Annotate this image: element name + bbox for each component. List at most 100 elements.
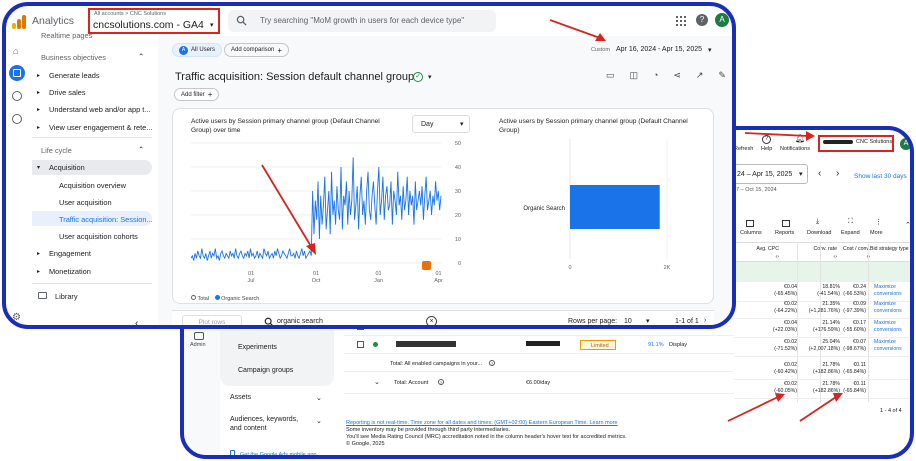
chevron-down-icon[interactable]: ⌄ bbox=[316, 394, 322, 402]
account-selector[interactable]: CNC Solutions bbox=[818, 135, 894, 152]
table-search-input[interactable]: organic search bbox=[277, 318, 323, 325]
granularity-select[interactable]: Day ▾ bbox=[412, 115, 470, 133]
expand-arrow-icon[interactable]: ▸ bbox=[37, 72, 40, 79]
clear-search-icon[interactable]: × bbox=[426, 316, 437, 325]
next-period-icon[interactable]: › bbox=[836, 168, 839, 179]
chevron-up-icon[interactable]: ⌃ bbox=[138, 145, 144, 154]
collapse-arrow-icon[interactable]: ▾ bbox=[37, 164, 40, 171]
expand-button[interactable]: Expand bbox=[841, 230, 860, 236]
anomaly-icon[interactable] bbox=[422, 261, 431, 270]
help-icon[interactable]: ? bbox=[762, 135, 771, 144]
all-users-chip[interactable]: A All Users bbox=[172, 43, 223, 57]
expand-arrow-icon[interactable]: ▸ bbox=[37, 124, 40, 131]
nav-monetization[interactable]: Monetization bbox=[49, 267, 91, 276]
insights-icon[interactable]: ◔ bbox=[653, 70, 658, 82]
bid-strategy-link[interactable]: Maximize bbox=[874, 284, 896, 290]
mobile-app-link[interactable]: Get the Google Ads mobile app bbox=[240, 452, 316, 455]
gear-icon[interactable]: ⚙ bbox=[12, 312, 21, 323]
advertising-icon[interactable] bbox=[12, 114, 22, 124]
prev-period-icon[interactable]: ‹ bbox=[818, 168, 821, 179]
menu-experiments[interactable]: Experiments bbox=[238, 344, 277, 351]
help-label[interactable]: Help bbox=[761, 146, 772, 152]
section-life-cycle[interactable]: Life cycle bbox=[41, 146, 72, 155]
search-bar[interactable]: Try searching "MoM growth in users for e… bbox=[228, 10, 496, 32]
bid-strategy-link[interactable]: Maximize bbox=[874, 339, 896, 345]
check-circle-icon[interactable]: ✓ bbox=[413, 72, 423, 82]
home-icon[interactable]: ⌂ bbox=[13, 46, 18, 56]
trend-icon[interactable]: ↗ bbox=[696, 70, 704, 82]
chevron-down-icon[interactable]: ⌄ bbox=[316, 417, 322, 425]
avatar[interactable]: A bbox=[900, 138, 910, 150]
dropdown-arrow-icon[interactable]: ▾ bbox=[708, 46, 712, 54]
show-last-30-link[interactable]: Show last 30 days bbox=[854, 173, 907, 180]
nav-item-cut[interactable]: Realtime pages bbox=[41, 31, 92, 40]
sort-icon[interactable]: ‹› bbox=[776, 254, 779, 260]
header-cost-conv[interactable]: Cost / conv. bbox=[843, 246, 870, 252]
next-page-icon[interactable]: › bbox=[704, 317, 706, 324]
expand-arrow-icon[interactable]: ▸ bbox=[37, 268, 40, 275]
table-row[interactable]: Limited 91.1% Display bbox=[344, 336, 734, 354]
row-percent[interactable]: 91.1% bbox=[648, 342, 664, 348]
more-button[interactable]: More bbox=[870, 230, 883, 236]
bid-strategy-link[interactable]: conversions bbox=[874, 346, 902, 352]
dropdown-arrow-icon[interactable]: ▾ bbox=[428, 73, 432, 81]
columns-button[interactable]: Columns bbox=[740, 230, 762, 236]
property-selector[interactable]: All accounts > CNC Solutions cncsolution… bbox=[88, 8, 220, 34]
nav-acquisition-overview[interactable]: Acquisition overview bbox=[59, 181, 126, 190]
download-icon[interactable]: ⤓ bbox=[816, 218, 819, 226]
menu-assets[interactable]: Assets bbox=[230, 394, 251, 401]
customize-report-icon[interactable]: ◫ bbox=[629, 70, 638, 82]
admin-icon[interactable] bbox=[194, 332, 204, 340]
avatar[interactable]: A bbox=[715, 13, 729, 27]
pencil-icon[interactable]: ✎ bbox=[718, 70, 726, 82]
bid-strategy-link[interactable]: Maximize bbox=[874, 320, 896, 326]
nav-acquisition[interactable]: Acquisition bbox=[49, 163, 85, 172]
date-range-picker[interactable]: 24 – Apr 15, 2025 ▾ bbox=[732, 164, 808, 184]
reports-button[interactable]: Reports bbox=[775, 230, 794, 236]
expand-arrow-icon[interactable]: ▸ bbox=[37, 89, 40, 96]
menu-campaign-groups[interactable]: Campaign groups bbox=[238, 367, 293, 374]
sort-icon[interactable]: ‹› bbox=[834, 254, 837, 260]
nav-user-acquisition[interactable]: User acquisition bbox=[59, 198, 112, 207]
help-icon[interactable]: ? bbox=[696, 14, 708, 26]
help-icon[interactable]: ? bbox=[438, 379, 444, 385]
header-bid-strategy[interactable]: Bid strategy type bbox=[870, 246, 909, 252]
collapse-icon[interactable]: ⌃ bbox=[905, 221, 910, 229]
collapse-nav-icon[interactable]: ‹ bbox=[135, 318, 138, 325]
nav-drive-sales[interactable]: Drive sales bbox=[49, 88, 86, 97]
bid-strategy-link[interactable]: conversions bbox=[874, 308, 902, 314]
share-icon[interactable]: ⋖ bbox=[673, 70, 681, 82]
header-avg-cpc[interactable]: Avg. CPC bbox=[756, 246, 779, 252]
dropdown-arrow-icon[interactable]: ▾ bbox=[646, 317, 650, 325]
expand-arrow-icon[interactable]: ▸ bbox=[37, 106, 40, 113]
section-business-objectives[interactable]: Business objectives bbox=[41, 53, 106, 62]
search-input[interactable]: Try searching "MoM growth in users for e… bbox=[260, 16, 464, 25]
reports-icon[interactable] bbox=[9, 65, 25, 81]
nav-view-engagement[interactable]: View user engagement & rete... bbox=[49, 123, 152, 132]
expand-arrow-icon[interactable]: ▸ bbox=[37, 250, 40, 257]
nav-library[interactable]: Library bbox=[55, 292, 78, 301]
notifications-label[interactable]: Notifications bbox=[780, 146, 810, 152]
reports-icon[interactable] bbox=[782, 220, 790, 227]
chevron-up-icon[interactable]: ⌃ bbox=[138, 52, 144, 61]
refresh-button[interactable]: Refresh bbox=[734, 146, 753, 152]
nav-generate-leads[interactable]: Generate leads bbox=[49, 71, 100, 80]
nav-traffic-acquisition[interactable]: Traffic acquisition: Session... bbox=[59, 215, 153, 224]
header-conv-rate[interactable]: Conv. rate bbox=[813, 246, 837, 252]
add-filter-button[interactable]: Add filter + bbox=[174, 88, 220, 101]
nav-understand-traffic[interactable]: Understand web and/or app t... bbox=[49, 105, 150, 114]
chevron-down-icon[interactable]: ⌄ bbox=[374, 378, 380, 386]
help-icon[interactable]: ? bbox=[489, 360, 495, 366]
edit-comparisons-icon[interactable]: ▭ bbox=[606, 70, 615, 82]
more-vert-icon[interactable]: ⋮ bbox=[875, 218, 882, 226]
nav-engagement[interactable]: Engagement bbox=[49, 249, 91, 258]
bid-strategy-link[interactable]: Maximize bbox=[874, 301, 896, 307]
row-checkbox[interactable] bbox=[357, 341, 364, 348]
columns-icon[interactable] bbox=[746, 220, 754, 227]
explore-icon[interactable] bbox=[12, 91, 22, 101]
add-comparison-button[interactable]: Add comparison + bbox=[224, 43, 290, 57]
download-button[interactable]: Download bbox=[807, 230, 831, 236]
admin-label[interactable]: Admin bbox=[190, 342, 206, 348]
bid-strategy-link[interactable]: conversions bbox=[874, 327, 902, 333]
nav-user-acquisition-cohorts[interactable]: User acquisition cohorts bbox=[59, 232, 138, 241]
